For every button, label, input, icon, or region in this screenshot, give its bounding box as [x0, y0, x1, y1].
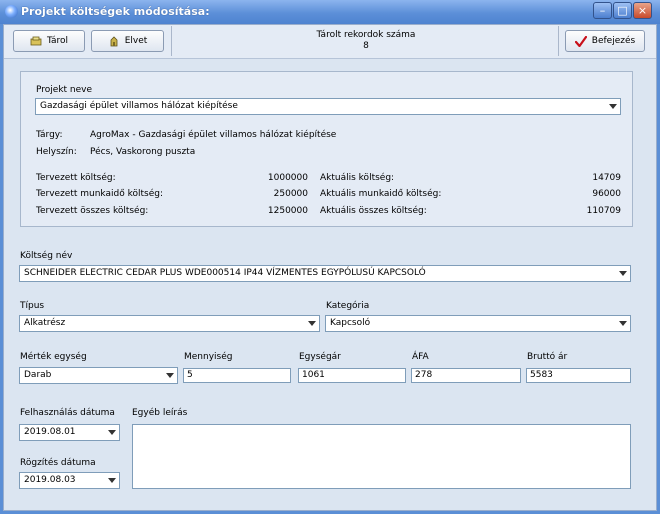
- quantity-label: Mennyiség: [184, 352, 233, 362]
- chevron-down-icon: [166, 373, 174, 378]
- chevron-down-icon: [108, 430, 116, 435]
- actual-labor-value: 96000: [592, 189, 621, 199]
- type-label: Típus: [20, 301, 45, 311]
- project-select-value: Gazdasági épület villamos hálózat kiépít…: [40, 101, 238, 111]
- category-label: Kategória: [326, 301, 370, 311]
- vat-input[interactable]: 278: [411, 368, 521, 383]
- planned-cost-value: 1000000: [267, 173, 308, 183]
- actual-labor-label: Aktuális munkaidő költség:: [320, 189, 442, 199]
- usage-date-label: Felhasználás dátuma: [20, 408, 115, 418]
- unit-select[interactable]: Darab: [19, 367, 178, 384]
- checkmark-icon: [574, 35, 587, 47]
- records-label: Tárolt rekordok száma: [316, 30, 416, 40]
- unit-label: Mérték egység: [20, 352, 87, 362]
- subject-label: Tárgy:: [36, 130, 63, 140]
- save-label: Tárol: [46, 36, 69, 46]
- cost-name-select[interactable]: SCHNEIDER ELECTRIC CEDAR PLUS WDE000514 …: [19, 265, 631, 282]
- quantity-input[interactable]: 5: [183, 368, 291, 383]
- location-value: Pécs, Vaskorong puszta: [90, 147, 196, 157]
- usage-date-value: 2019.08.01: [24, 427, 76, 437]
- finish-label: Befejezés: [591, 36, 636, 46]
- chevron-down-icon: [619, 271, 627, 276]
- cost-name-value: SCHNEIDER ELECTRIC CEDAR PLUS WDE000514 …: [24, 268, 426, 278]
- finish-button[interactable]: Befejezés: [565, 30, 645, 52]
- window-title: Projekt költségek módosítása:: [21, 5, 210, 18]
- record-date-value: 2019.08.03: [24, 475, 76, 485]
- subject-value: AgroMax - Gazdasági épület villamos háló…: [90, 130, 337, 140]
- other-description-textarea[interactable]: [132, 424, 631, 489]
- minimize-button[interactable]: –: [593, 2, 612, 19]
- close-icon: ×: [637, 4, 648, 17]
- planned-total-value: 1250000: [267, 206, 308, 216]
- gross-price-input[interactable]: 5583: [526, 368, 631, 383]
- actual-total-label: Aktuális összes költség:: [320, 206, 427, 216]
- project-select[interactable]: Gazdasági épület villamos hálózat kiépít…: [35, 98, 621, 115]
- unit-value: Darab: [24, 370, 52, 380]
- actual-cost-label: Aktuális költség:: [320, 173, 395, 183]
- close-button[interactable]: ×: [633, 2, 652, 19]
- chevron-down-icon: [619, 321, 627, 326]
- maximize-icon: □: [617, 4, 628, 17]
- cost-name-label: Költség név: [20, 251, 73, 261]
- maximize-button[interactable]: □: [613, 2, 632, 19]
- discard-button[interactable]: Elvet: [91, 30, 164, 52]
- planned-labor-value: 250000: [273, 189, 308, 199]
- other-description-label: Egyéb leírás: [132, 408, 188, 418]
- actual-total-value: 110709: [586, 206, 621, 216]
- minimize-icon: –: [599, 4, 606, 17]
- gross-price-label: Bruttó ár: [527, 352, 568, 362]
- records-count: 8: [363, 41, 369, 51]
- actual-cost-value: 14709: [592, 173, 621, 183]
- category-select[interactable]: Kapcsoló: [325, 315, 631, 332]
- chevron-down-icon: [108, 478, 116, 483]
- unit-price-input[interactable]: 1061: [298, 368, 406, 383]
- chevron-down-icon: [308, 321, 316, 326]
- app-icon: [5, 5, 18, 18]
- type-select[interactable]: Alkatrész: [19, 315, 320, 332]
- save-button[interactable]: Tárol: [13, 30, 85, 52]
- category-value: Kapcsoló: [330, 318, 371, 328]
- unit-price-label: Egységár: [299, 352, 341, 362]
- project-name-label: Projekt neve: [36, 85, 93, 95]
- vat-label: ÁFA: [412, 352, 429, 362]
- location-label: Helyszín:: [36, 147, 77, 157]
- record-date-picker[interactable]: 2019.08.03: [19, 472, 120, 489]
- usage-date-picker[interactable]: 2019.08.01: [19, 424, 120, 441]
- discard-label: Elvet: [124, 36, 148, 46]
- record-date-label: Rögzítés dátuma: [20, 458, 96, 468]
- save-icon: [30, 36, 42, 47]
- planned-total-label: Tervezett összes költség:: [36, 206, 149, 216]
- planned-labor-label: Tervezett munkaidő költség:: [36, 189, 163, 199]
- chevron-down-icon: [609, 104, 617, 109]
- discard-icon: [108, 35, 120, 47]
- type-value: Alkatrész: [24, 318, 66, 328]
- toolbar-separator: [558, 26, 559, 56]
- planned-cost-label: Tervezett költség:: [36, 173, 116, 183]
